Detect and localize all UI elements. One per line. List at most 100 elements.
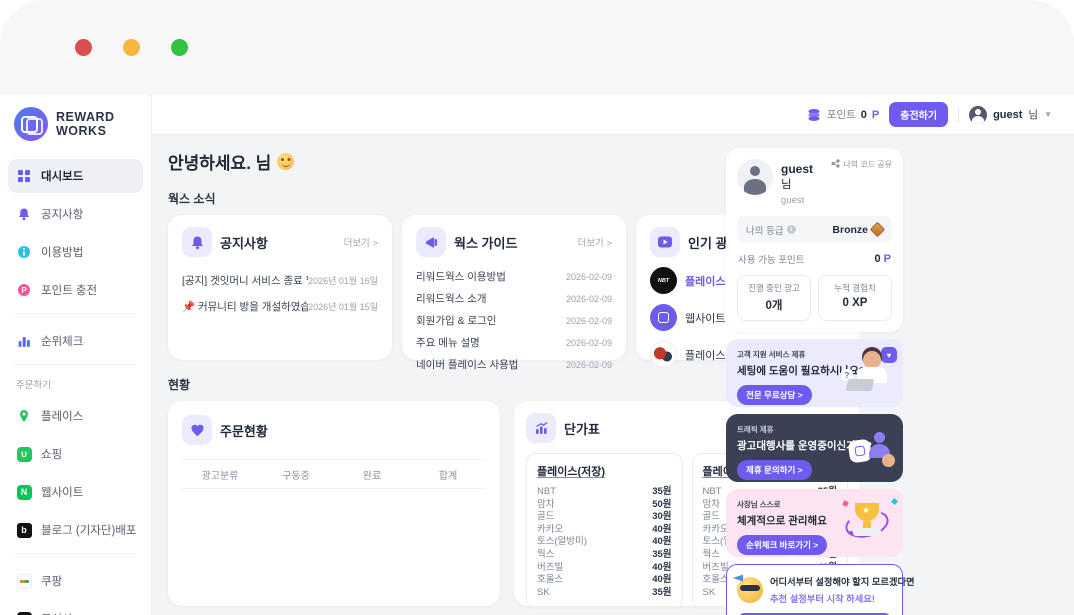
coins-icon bbox=[806, 108, 822, 122]
active-ads-box[interactable]: 진행 중인 광고 0개 bbox=[737, 275, 811, 321]
promo-traffic-card[interactable]: 트래픽 제휴 광고대행사를 운영중이신가요? 제휴 문의하기 > bbox=[726, 414, 903, 482]
sidebar-item-label: 블로그 (기자단)배포 bbox=[41, 522, 137, 538]
price-key: 골드 bbox=[703, 511, 720, 524]
brand-line2: WORKS bbox=[56, 124, 106, 138]
guide-row[interactable]: 리워드웍스 소개 2026-02-09 bbox=[416, 291, 612, 306]
sidebar-item-notices[interactable]: 공지사항 bbox=[8, 197, 143, 231]
price-value: 40원 bbox=[652, 524, 671, 537]
sidebar-item-coupang[interactable]: 쿠팡 bbox=[8, 564, 143, 598]
sidebar-item-label: 무신사 bbox=[41, 611, 73, 615]
points-unit: P bbox=[884, 253, 891, 265]
heart-icon bbox=[182, 415, 212, 445]
notice-row[interactable]: [공지] 겟잇머니 서비스 종료 및 리워... 2026년 01월 16일 bbox=[182, 273, 378, 288]
traffic-light-green[interactable] bbox=[171, 39, 188, 56]
sidebar-item-label: 이용방법 bbox=[41, 244, 83, 260]
user-menu[interactable]: guest 님 ▼ bbox=[969, 106, 1052, 124]
ai-brand-card: 어디서부터 설정해야 할지 모르겠다면 추천 설정부터 시작 하세요! AI 브… bbox=[726, 564, 903, 615]
price-value: 40원 bbox=[652, 574, 671, 587]
sidebar-item-shopping[interactable]: ∪ 쇼핑 bbox=[8, 437, 143, 471]
avatar bbox=[737, 159, 773, 195]
partnership-button[interactable]: 제휴 문의하기 > bbox=[737, 460, 812, 480]
points-label: 포인트 bbox=[827, 107, 856, 122]
hols-logo bbox=[650, 341, 677, 368]
more-link[interactable]: 더보기 > bbox=[578, 235, 612, 249]
app-body: REWARD WORKS 대시보드 공지사항 bbox=[0, 95, 1074, 615]
sidebar-item-label: 쿠팡 bbox=[41, 573, 62, 589]
guide-card: 웍스 가이드 더보기 > 리워드웍스 이용방법 2026-02-09 리워드웍스… bbox=[402, 215, 626, 360]
bell-icon bbox=[182, 227, 212, 257]
xp-box[interactable]: 누적 경험치 0 XP bbox=[818, 275, 892, 321]
guide-row[interactable]: 네이버 플레이스 사용법 2026-02-09 bbox=[416, 357, 612, 372]
notice-text: [공지] 겟잇머니 서비스 종료 및 리워... bbox=[182, 273, 308, 288]
price-key: 카카오 bbox=[537, 524, 563, 537]
play-icon bbox=[650, 227, 680, 257]
notice-row[interactable]: 📌 커뮤니티 방을 개설하였습니다. 2026년 01월 15일 bbox=[182, 299, 378, 314]
price-key: 토스(알방미) bbox=[537, 536, 587, 549]
promo-rank-card[interactable]: 사장님 스스로 체계적으로 관리해요 순위체크 바로가기 > bbox=[726, 489, 903, 557]
guide-row[interactable]: 리워드웍스 이용방법 2026-02-09 bbox=[416, 269, 612, 284]
card-title: 웍스 가이드 bbox=[454, 233, 517, 252]
price-value: 35원 bbox=[652, 486, 671, 499]
card-title: 주문현황 bbox=[220, 421, 268, 440]
profile-subname: guest bbox=[781, 195, 823, 206]
guide-date: 2026-02-09 bbox=[566, 272, 612, 282]
divider bbox=[958, 107, 959, 123]
right-rail: guest 님 guest 나의 코드 공유 나의 등급i Bronze 사용 … bbox=[726, 148, 903, 615]
sidebar-item-point-charge[interactable]: P 포인트 충전 bbox=[8, 273, 143, 307]
price-key: 맘차 bbox=[703, 499, 720, 512]
box-value: 0 XP bbox=[821, 297, 889, 309]
trophy-illustration bbox=[841, 497, 897, 551]
sidebar-item-place[interactable]: 플레이스 bbox=[8, 399, 143, 433]
smile-emoji-icon bbox=[277, 153, 294, 170]
price-value: 35원 bbox=[652, 549, 671, 562]
sidebar-item-label: 순위체크 bbox=[41, 333, 83, 349]
svg-text:P: P bbox=[21, 286, 27, 295]
share-label: 나의 코드 공유 bbox=[843, 159, 892, 170]
share-code-link[interactable]: 나의 코드 공유 bbox=[831, 159, 892, 206]
sidebar-item-website[interactable]: N 웹사이트 bbox=[8, 475, 143, 509]
price-key: 호올스 bbox=[537, 574, 563, 587]
sidebar-item-musinsa[interactable]: MUSINSA 무신사 bbox=[8, 602, 143, 615]
guide-text: 주요 메뉴 설명 bbox=[416, 335, 480, 350]
point-coin-icon: P bbox=[16, 282, 32, 298]
sidebar-item-dashboard[interactable]: 대시보드 bbox=[8, 159, 143, 193]
price-key: 웍스 bbox=[703, 549, 720, 562]
grid-icon bbox=[16, 168, 32, 184]
card-title: 단가표 bbox=[564, 419, 600, 438]
guide-date: 2026-02-09 bbox=[566, 360, 612, 370]
column-header: 완료 bbox=[334, 467, 410, 482]
sidebar: REWARD WORKS 대시보드 공지사항 bbox=[0, 95, 152, 615]
chevron-down-icon: ▼ bbox=[1044, 110, 1052, 119]
sidebar-item-rank-check[interactable]: 순위체크 bbox=[8, 324, 143, 358]
guide-row[interactable]: 주요 메뉴 설명 2026-02-09 bbox=[416, 335, 612, 350]
profile-suffix: 님 bbox=[781, 179, 792, 191]
ai-line2-rest: 하세요! bbox=[844, 594, 875, 604]
price-table-title[interactable]: 플레이스(저장) bbox=[537, 463, 672, 479]
charge-button[interactable]: 충전하기 bbox=[889, 102, 948, 127]
sidebar-item-blog[interactable]: b 블로그 (기자단)배포 bbox=[8, 513, 143, 547]
price-key: 버즈빌 bbox=[703, 562, 729, 575]
heart-icon: ♥ bbox=[881, 347, 897, 363]
price-table-save: 플레이스(저장) NBT35원 맘차50원 골드30원 카카오40원 토스(알방… bbox=[526, 453, 683, 609]
notice-text: 📌 커뮤니티 방을 개설하였습니다. bbox=[182, 299, 308, 314]
more-link[interactable]: 더보기 > bbox=[344, 235, 378, 249]
price-key: NBT bbox=[537, 486, 556, 499]
info-icon[interactable]: i bbox=[787, 225, 796, 234]
rank-check-button[interactable]: 순위체크 바로가기 > bbox=[737, 535, 827, 555]
guide-row[interactable]: 회원가입 & 로그인 2026-02-09 bbox=[416, 313, 612, 328]
bar-chart-icon bbox=[16, 333, 32, 349]
sidebar-item-label: 쇼핑 bbox=[41, 446, 62, 462]
musinsa-icon: MUSINSA bbox=[16, 611, 32, 615]
sidebar-item-howto[interactable]: 이용방법 bbox=[8, 235, 143, 269]
free-consult-button[interactable]: 전문 무료상담 > bbox=[737, 385, 812, 405]
traffic-light-red[interactable] bbox=[75, 39, 92, 56]
user-name: guest bbox=[993, 109, 1022, 121]
app-window: REWARD WORKS 대시보드 공지사항 bbox=[0, 0, 1074, 615]
traffic-light-yellow[interactable] bbox=[123, 39, 140, 56]
brand-logo-block[interactable]: REWARD WORKS bbox=[0, 95, 151, 155]
price-key: 웍스 bbox=[537, 549, 554, 562]
price-value: 40원 bbox=[652, 562, 671, 575]
bronze-badge-icon bbox=[870, 222, 886, 238]
price-key: SK bbox=[703, 587, 716, 600]
promo-support-card[interactable]: 고객 지원 서비스 제휴 세팅에 도움이 필요하시나요? 전문 무료상담 > ♥… bbox=[726, 339, 903, 407]
